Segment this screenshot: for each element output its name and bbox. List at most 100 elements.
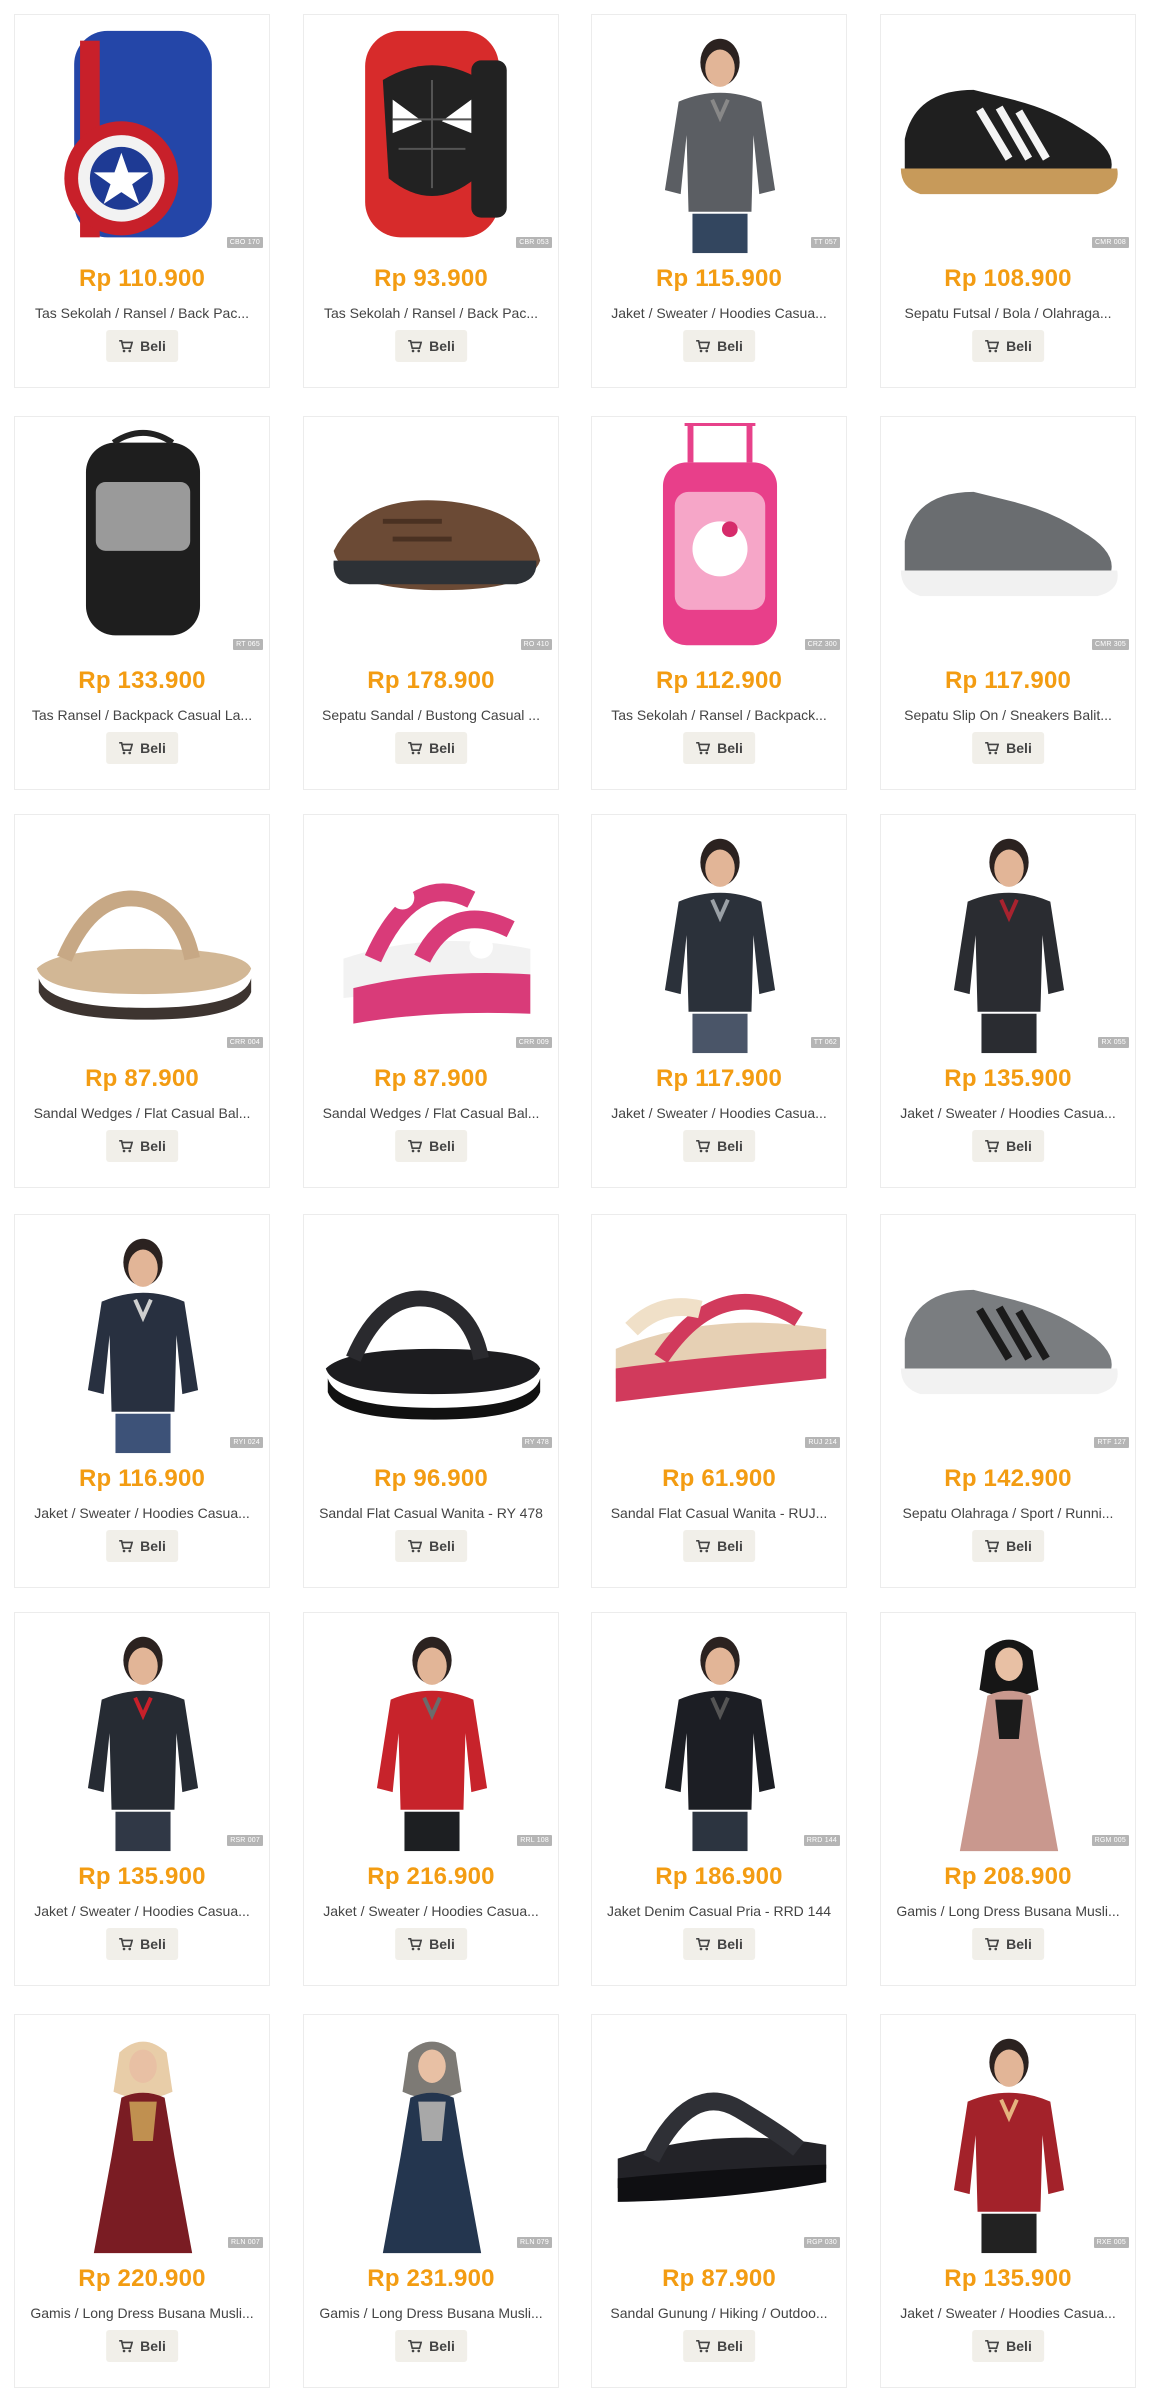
buy-button[interactable]: Beli [106, 330, 178, 362]
product-image[interactable] [598, 1221, 842, 1457]
product-image[interactable] [887, 821, 1131, 1057]
product-title[interactable]: Sepatu Olahraga / Sport / Runni... [893, 1505, 1123, 1521]
buy-button[interactable]: Beli [683, 1530, 755, 1562]
product-image[interactable] [21, 2021, 265, 2257]
product-image[interactable] [21, 1619, 265, 1855]
product-title[interactable]: Gamis / Long Dress Busana Musli... [27, 2305, 257, 2321]
product-title[interactable]: Sandal Gunung / Hiking / Outdoo... [604, 2305, 834, 2321]
product-title[interactable]: Jaket / Sweater / Hoodies Casua... [27, 1903, 257, 1919]
product-title[interactable]: Jaket / Sweater / Hoodies Casua... [316, 1903, 546, 1919]
product-card[interactable]: CMR 008 Rp 108.900 Sepatu Futsal / Bola / … [880, 14, 1136, 388]
product-image[interactable] [310, 2021, 554, 2257]
buy-button[interactable]: Beli [972, 330, 1044, 362]
product-title[interactable]: Sandal Flat Casual Wanita - RY 478 [316, 1505, 546, 1521]
product-card[interactable]: RGP 030 Rp 87.900 Sandal Gunung / Hiking /… [591, 2014, 847, 2388]
buy-button[interactable]: Beli [683, 2330, 755, 2362]
product-card[interactable]: CRR 009 Rp 87.900 Sandal Wedges / Flat Cas… [303, 814, 559, 1188]
product-sku: RRD 144 [803, 1835, 840, 1846]
product-title[interactable]: Sepatu Slip On / Sneakers Balit... [893, 707, 1123, 723]
product-title[interactable]: Jaket / Sweater / Hoodies Casua... [27, 1505, 257, 1521]
product-title[interactable]: Tas Ransel / Backpack Casual La... [27, 707, 257, 723]
product-title[interactable]: Jaket / Sweater / Hoodies Casua... [604, 305, 834, 321]
buy-button-label: Beli [140, 740, 166, 756]
product-card[interactable]: RTF 127 Rp 142.900 Sepatu Olahraga / Sport… [880, 1214, 1136, 1588]
product-sku: CBO 170 [226, 237, 263, 248]
product-card[interactable]: RRL 108 Rp 216.900 Jaket / Sweater / Hoodi… [303, 1612, 559, 1986]
product-image[interactable] [21, 423, 265, 659]
product-title[interactable]: Tas Sekolah / Ransel / Back Pac... [27, 305, 257, 321]
product-image[interactable] [887, 21, 1131, 257]
buy-button[interactable]: Beli [972, 732, 1044, 764]
product-image[interactable] [21, 1221, 265, 1457]
product-image[interactable] [21, 821, 265, 1057]
product-title[interactable]: Jaket / Sweater / Hoodies Casua... [893, 1105, 1123, 1121]
product-title[interactable]: Jaket / Sweater / Hoodies Casua... [893, 2305, 1123, 2321]
product-title[interactable]: Jaket Denim Casual Pria - RRD 144 [604, 1903, 834, 1919]
product-image[interactable] [887, 2021, 1131, 2257]
buy-button[interactable]: Beli [395, 1530, 467, 1562]
product-image[interactable] [887, 1619, 1131, 1855]
product-title[interactable]: Sandal Wedges / Flat Casual Bal... [316, 1105, 546, 1121]
product-image[interactable] [310, 821, 554, 1057]
buy-button[interactable]: Beli [106, 1530, 178, 1562]
product-card[interactable]: RX 055 Rp 135.900 Jaket / Sweater / Hoodie… [880, 814, 1136, 1188]
buy-button[interactable]: Beli [683, 1130, 755, 1162]
product-card[interactable]: TT 057 Rp 115.900 Jaket / Sweater / Hoodie… [591, 14, 847, 388]
product-title[interactable]: Jaket / Sweater / Hoodies Casua... [604, 1105, 834, 1121]
product-image[interactable] [598, 423, 842, 659]
product-title[interactable]: Tas Sekolah / Ransel / Backpack... [604, 707, 834, 723]
product-card[interactable]: CMR 305 Rp 117.900 Sepatu Slip On / Sneake… [880, 416, 1136, 790]
product-image[interactable] [598, 821, 842, 1057]
product-sku: CMR 305 [1092, 639, 1129, 650]
buy-button[interactable]: Beli [683, 330, 755, 362]
product-card[interactable]: RRD 144 Rp 186.900 Jaket Denim Casual Pria… [591, 1612, 847, 1986]
buy-button[interactable]: Beli [106, 732, 178, 764]
product-title[interactable]: Gamis / Long Dress Busana Musli... [316, 2305, 546, 2321]
product-image[interactable] [598, 2021, 842, 2257]
product-card[interactable]: CBR 053 Rp 93.900 Tas Sekolah / Ransel / B… [303, 14, 559, 388]
buy-button[interactable]: Beli [972, 1530, 1044, 1562]
product-title[interactable]: Sandal Flat Casual Wanita - RUJ... [604, 1505, 834, 1521]
product-title[interactable]: Sepatu Sandal / Bustong Casual ... [316, 707, 546, 723]
product-title[interactable]: Sandal Wedges / Flat Casual Bal... [27, 1105, 257, 1121]
product-image[interactable] [598, 1619, 842, 1855]
product-card[interactable]: RLN 079 Rp 231.900 Gamis / Long Dress Busa… [303, 2014, 559, 2388]
buy-button[interactable]: Beli [395, 1928, 467, 1960]
product-title[interactable]: Sepatu Futsal / Bola / Olahraga... [893, 305, 1123, 321]
product-card[interactable]: RXE 005 Rp 135.900 Jaket / Sweater / Hoodi… [880, 2014, 1136, 2388]
buy-button[interactable]: Beli [683, 732, 755, 764]
product-card[interactable]: CRZ 300 Rp 112.900 Tas Sekolah / Ransel / … [591, 416, 847, 790]
buy-button[interactable]: Beli [395, 732, 467, 764]
buy-button[interactable]: Beli [972, 1130, 1044, 1162]
product-image[interactable] [887, 1221, 1131, 1457]
product-card[interactable]: TT 062 Rp 117.900 Jaket / Sweater / Hoodie… [591, 814, 847, 1188]
product-image[interactable] [598, 21, 842, 257]
product-card[interactable]: RY 478 Rp 96.900 Sandal Flat Casual Wanita… [303, 1214, 559, 1588]
product-image[interactable] [310, 423, 554, 659]
buy-button[interactable]: Beli [106, 1928, 178, 1960]
product-card[interactable]: RGM 005 Rp 208.900 Gamis / Long Dress Busa… [880, 1612, 1136, 1986]
buy-button[interactable]: Beli [106, 2330, 178, 2362]
buy-button[interactable]: Beli [972, 1928, 1044, 1960]
product-card[interactable]: CRR 004 Rp 87.900 Sandal Wedges / Flat Cas… [14, 814, 270, 1188]
product-card[interactable]: RT 065 Rp 133.900 Tas Ransel / Backpack Ca… [14, 416, 270, 790]
product-image[interactable] [310, 21, 554, 257]
buy-button[interactable]: Beli [395, 330, 467, 362]
product-image[interactable] [310, 1619, 554, 1855]
product-image[interactable] [310, 1221, 554, 1457]
product-card[interactable]: RYI 024 Rp 116.900 Jaket / Sweater / Hoodi… [14, 1214, 270, 1588]
product-card[interactable]: RSR 007 Rp 135.900 Jaket / Sweater / Hoodi… [14, 1612, 270, 1986]
product-card[interactable]: RLN 007 Rp 220.900 Gamis / Long Dress Busa… [14, 2014, 270, 2388]
buy-button[interactable]: Beli [106, 1130, 178, 1162]
product-image[interactable] [21, 21, 265, 257]
product-title[interactable]: Tas Sekolah / Ransel / Back Pac... [316, 305, 546, 321]
product-image[interactable] [887, 423, 1131, 659]
buy-button[interactable]: Beli [683, 1928, 755, 1960]
product-card[interactable]: RO 410 Rp 178.900 Sepatu Sandal / Bustong … [303, 416, 559, 790]
buy-button[interactable]: Beli [395, 1130, 467, 1162]
product-title[interactable]: Gamis / Long Dress Busana Musli... [893, 1903, 1123, 1919]
product-card[interactable]: RUJ 214 Rp 61.900 Sandal Flat Casual Wanit… [591, 1214, 847, 1588]
buy-button[interactable]: Beli [972, 2330, 1044, 2362]
product-card[interactable]: CBO 170 Rp 110.900 Tas Sekolah / Ransel / … [14, 14, 270, 388]
buy-button[interactable]: Beli [395, 2330, 467, 2362]
